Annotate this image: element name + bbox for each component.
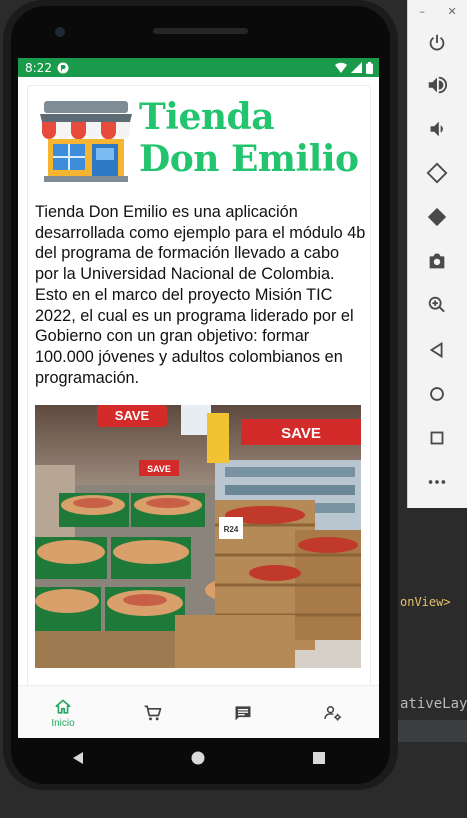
sign-save-1: SAVE: [115, 408, 150, 423]
store-icon: [40, 101, 132, 182]
user-settings-icon: [324, 705, 342, 721]
header: Tienda Don Emilio: [38, 94, 368, 184]
volume-down-button[interactable]: [422, 114, 452, 144]
system-navigation-bar: [18, 738, 379, 778]
rotate-left-button[interactable]: [422, 158, 452, 188]
sign-save-3: SAVE: [147, 464, 171, 474]
app-title-line1: Tienda: [139, 96, 275, 138]
signal-icon: [351, 62, 362, 73]
wifi-icon: [335, 62, 347, 73]
power-button[interactable]: [422, 28, 452, 58]
sign-save-2: SAVE: [281, 425, 321, 442]
nav-label-inicio: Inicio: [51, 717, 75, 729]
ide-code-snippet: onView>: [400, 595, 451, 609]
supermarket-photo: SAVE SAVE SAVE R24: [35, 405, 361, 668]
volume-up-button[interactable]: [422, 70, 452, 100]
overview-button[interactable]: [422, 423, 452, 453]
zoom-icon: [428, 296, 445, 313]
nav-item-messages[interactable]: [198, 686, 288, 738]
overview-square-icon: [430, 431, 444, 445]
nav-item-account[interactable]: [288, 686, 378, 738]
close-icon[interactable]: ✕: [447, 5, 456, 18]
status-icons: [335, 61, 373, 74]
screenshot-button[interactable]: [422, 246, 452, 276]
rotate-right-icon: [427, 207, 447, 227]
price-tag: R24: [224, 525, 239, 534]
home-button[interactable]: [422, 379, 452, 409]
minimize-icon[interactable]: –: [419, 5, 425, 18]
zoom-button[interactable]: [422, 290, 452, 320]
nav-item-inicio[interactable]: Inicio: [18, 686, 108, 738]
emulator-toolbar: – ✕: [407, 0, 467, 508]
system-back-icon[interactable]: [70, 750, 86, 766]
more-icon: [428, 480, 446, 484]
back-button[interactable]: [422, 335, 452, 365]
app-title: Tienda Don Emilio: [139, 96, 359, 180]
app-title-line2: Don Emilio: [139, 138, 359, 180]
message-icon: [235, 705, 251, 720]
rotate-left-icon: [426, 162, 448, 184]
bottom-navigation: Inicio: [18, 685, 379, 738]
earpiece-speaker: [153, 28, 248, 34]
nav-item-cart[interactable]: [108, 686, 198, 738]
produce-section-image: SAVE SAVE SAVE R24: [35, 405, 361, 668]
ide-code-snippet: ativeLayo: [400, 696, 467, 712]
more-button[interactable]: [422, 467, 452, 497]
status-bar: 8:22: [18, 58, 379, 77]
status-time: 8:22: [25, 60, 52, 75]
back-triangle-icon: [429, 341, 443, 359]
app-description: Tienda Don Emilio es una aplicación desa…: [35, 203, 366, 387]
power-icon: [429, 34, 445, 51]
rotate-right-button[interactable]: [422, 202, 452, 232]
app-screen: 8:22 Tienda Don Emilio Tienda Don Emilio…: [18, 58, 379, 738]
notification-icon: [57, 62, 69, 73]
home-circle-icon: [430, 387, 444, 401]
camera-icon: [429, 253, 445, 269]
home-card: Tienda Don Emilio Tienda Don Emilio es u…: [27, 85, 371, 687]
battery-icon: [366, 61, 373, 74]
home-icon: [55, 699, 71, 714]
volume-up-icon: [428, 76, 448, 94]
front-camera: [55, 27, 65, 37]
system-recents-icon[interactable]: [311, 750, 327, 766]
volume-down-icon: [430, 121, 443, 137]
cart-icon: [144, 705, 162, 720]
emulator-window-controls: – ✕: [408, 0, 467, 22]
system-home-icon[interactable]: [190, 750, 206, 766]
